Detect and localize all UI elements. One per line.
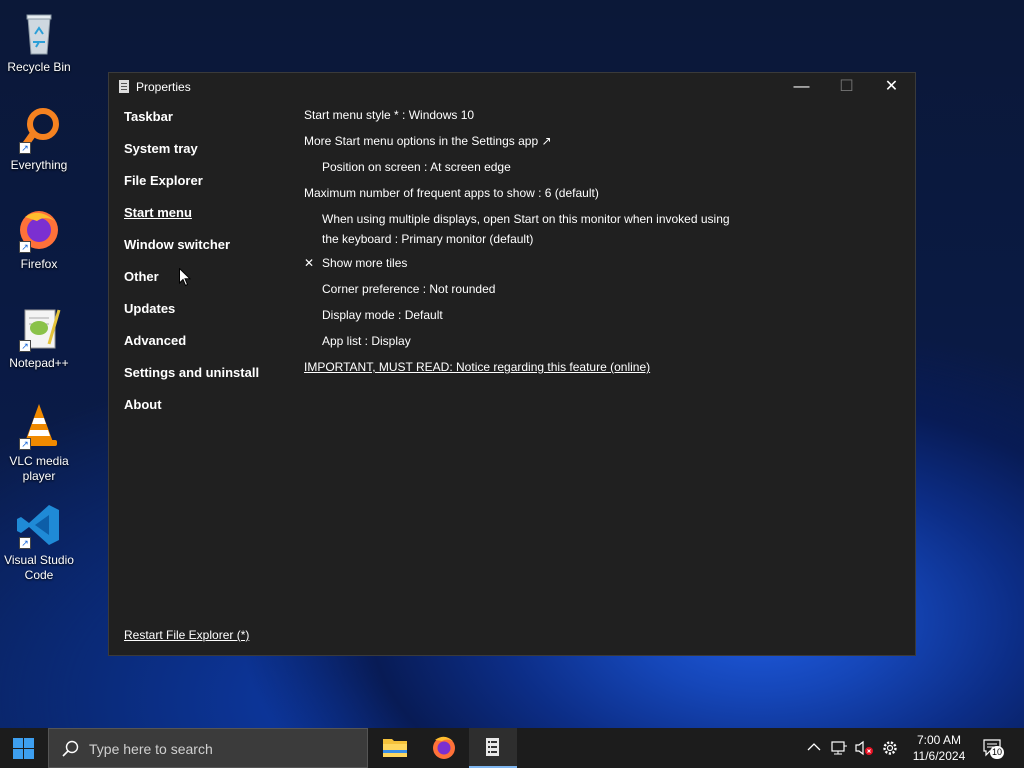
taskbar-search-box[interactable]: Type here to search xyxy=(48,728,368,768)
desktop-icon-label: Firefox xyxy=(20,257,58,271)
file-explorer-icon xyxy=(383,739,407,757)
settings-panel: Start menu style * : Windows 10 More Sta… xyxy=(304,107,904,385)
shortcut-arrow-icon: ↗ xyxy=(19,142,31,154)
setting-display-mode[interactable]: Display mode : Default xyxy=(304,307,904,333)
setting-start-menu-style[interactable]: Start menu style * : Windows 10 xyxy=(304,107,904,133)
firefox-icon: ↗ xyxy=(15,205,63,253)
desktop-icon-label: VLC media player xyxy=(9,454,69,483)
minimize-button[interactable]: — xyxy=(779,73,824,101)
desktop-icon-label: Visual Studio Code xyxy=(4,553,74,582)
search-placeholder: Type here to search xyxy=(89,741,213,757)
setting-position-on-screen[interactable]: Position on screen : At screen edge xyxy=(304,159,904,185)
window-title: Properties xyxy=(136,80,191,94)
setting-more-options-link[interactable]: More Start menu options in the Settings … xyxy=(304,133,904,159)
search-icon xyxy=(62,740,80,763)
recycle-bin-icon xyxy=(15,8,63,56)
show-hidden-icons-chevron-icon[interactable] xyxy=(806,740,822,768)
start-button[interactable] xyxy=(0,728,48,768)
sidebar-item-about[interactable]: About xyxy=(124,397,259,429)
shortcut-arrow-icon: ↗ xyxy=(19,241,31,253)
setting-frequent-apps[interactable]: Maximum number of frequent apps to show … xyxy=(304,185,904,211)
sidebar-nav: Taskbar System tray File Explorer Start … xyxy=(124,109,259,429)
network-icon[interactable] xyxy=(830,740,848,768)
desktop-icon-firefox[interactable]: ↗ Firefox xyxy=(0,205,78,272)
sidebar-item-system-tray[interactable]: System tray xyxy=(124,141,259,173)
desktop-icon-recycle-bin[interactable]: Recycle Bin xyxy=(0,8,78,75)
taskbar: Type here to search 7:00 AM 11/6/2024 10 xyxy=(0,728,1024,768)
desktop-icon-label: Notepad++ xyxy=(9,356,69,370)
setting-multi-display-line1: When using multiple displays, open Start… xyxy=(322,212,730,226)
setting-multi-display[interactable]: When using multiple displays, open Start… xyxy=(304,209,904,255)
notepad-plus-plus-icon: ↗ xyxy=(15,304,63,352)
desktop-icon-vscode[interactable]: ↗ Visual Studio Code xyxy=(0,501,78,583)
important-notice-link[interactable]: IMPORTANT, MUST READ: Notice regarding t… xyxy=(304,359,904,385)
everything-icon: ↗ xyxy=(15,106,63,154)
sidebar-item-settings-and-uninstall[interactable]: Settings and uninstall xyxy=(124,365,259,397)
properties-app-icon xyxy=(119,80,129,93)
title-bar[interactable]: Properties — ☐ ✕ xyxy=(109,73,915,101)
setting-multi-display-line2: the keyboard : Primary monitor (default) xyxy=(322,232,534,246)
desktop-icon-notepad-plus-plus[interactable]: ↗ Notepad++ xyxy=(0,304,78,371)
notification-count-badge: 10 xyxy=(990,746,1004,759)
sidebar-item-file-explorer[interactable]: File Explorer xyxy=(124,173,259,205)
close-button[interactable]: ✕ xyxy=(869,73,914,101)
sidebar-item-start-menu[interactable]: Start menu xyxy=(124,205,259,237)
taskbar-clock[interactable]: 7:00 AM 11/6/2024 xyxy=(906,732,972,764)
properties-window: Properties — ☐ ✕ Taskbar System tray Fil… xyxy=(108,72,916,656)
setting-show-more-tiles[interactable]: ✕ Show more tiles xyxy=(304,255,904,281)
vlc-icon: ↗ xyxy=(15,402,63,450)
clock-time: 7:00 AM xyxy=(916,733,962,747)
shortcut-arrow-icon: ↗ xyxy=(19,340,31,352)
sidebar-item-other[interactable]: Other xyxy=(124,269,259,301)
sidebar-item-taskbar[interactable]: Taskbar xyxy=(124,109,259,141)
checked-icon: ✕ xyxy=(304,256,315,270)
desktop-icon-vlc[interactable]: ↗ VLC media player xyxy=(0,402,78,484)
firefox-icon xyxy=(433,736,455,759)
restart-file-explorer-link[interactable]: Restart File Explorer (*) xyxy=(124,628,249,642)
setting-show-more-tiles-label: Show more tiles xyxy=(322,256,408,270)
clock-date: 11/6/2024 xyxy=(912,749,966,763)
settings-gear-icon[interactable] xyxy=(881,739,899,768)
desktop-icon-label: Recycle Bin xyxy=(7,60,71,74)
maximize-button[interactable]: ☐ xyxy=(824,73,869,101)
shortcut-arrow-icon: ↗ xyxy=(19,537,31,549)
setting-app-list[interactable]: App list : Display xyxy=(304,333,904,359)
sidebar-item-advanced[interactable]: Advanced xyxy=(124,333,259,365)
taskbar-properties-button[interactable] xyxy=(469,728,517,768)
properties-app-icon xyxy=(486,738,499,756)
volume-muted-icon[interactable] xyxy=(854,740,874,768)
desktop-icon-label: Everything xyxy=(10,158,68,172)
taskbar-firefox-button[interactable] xyxy=(420,728,468,768)
desktop-icon-everything[interactable]: ↗ Everything xyxy=(0,106,78,173)
taskbar-file-explorer-button[interactable] xyxy=(371,728,419,768)
sidebar-item-window-switcher[interactable]: Window switcher xyxy=(124,237,259,269)
setting-corner-preference[interactable]: Corner preference : Not rounded xyxy=(304,281,904,307)
shortcut-arrow-icon: ↗ xyxy=(19,438,31,450)
sidebar-item-updates[interactable]: Updates xyxy=(124,301,259,333)
vscode-icon: ↗ xyxy=(15,501,63,549)
